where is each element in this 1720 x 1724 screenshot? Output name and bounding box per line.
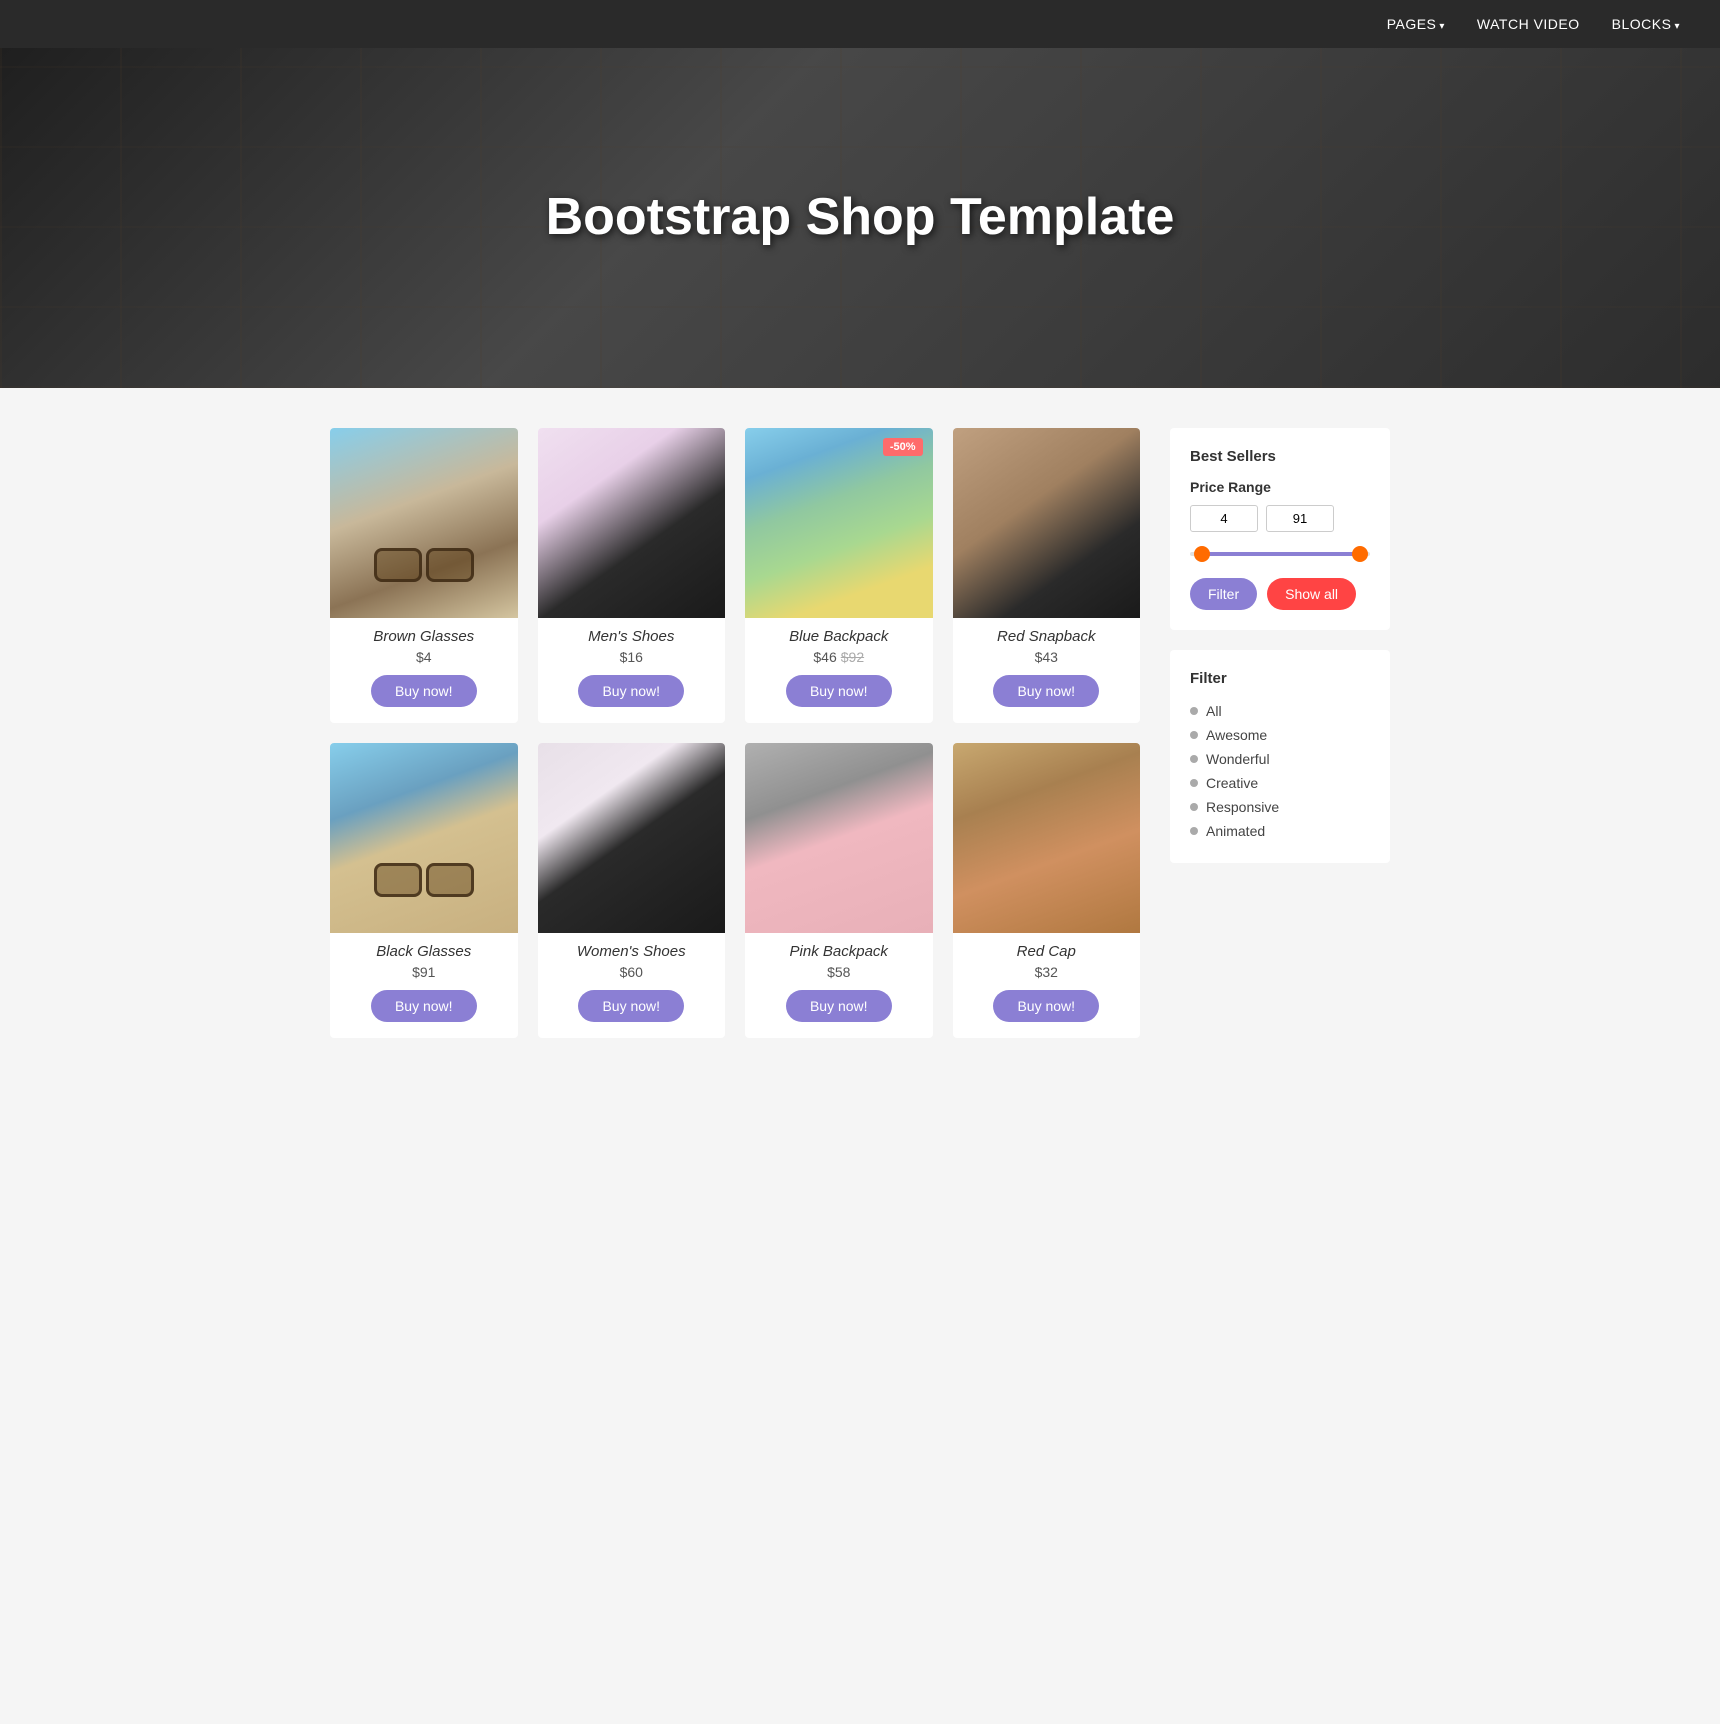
- product-price: $58: [745, 964, 933, 980]
- filter-item-wonderful[interactable]: Wonderful: [1190, 747, 1370, 771]
- product-card-brown-glasses: Brown Glasses $4 Buy now!: [330, 428, 518, 723]
- product-name: Black Glasses: [330, 943, 518, 960]
- filter-item-creative[interactable]: Creative: [1190, 771, 1370, 795]
- filter-title: Filter: [1190, 670, 1370, 687]
- price-min-input[interactable]: [1190, 505, 1258, 532]
- best-sellers-section: Best Sellers Price Range Filter Show all: [1170, 428, 1390, 630]
- best-sellers-title: Best Sellers: [1190, 448, 1370, 465]
- product-price: $16: [538, 649, 726, 665]
- filter-item-label: Animated: [1206, 823, 1265, 839]
- product-card-red-snapback: Red Snapback $43 Buy now!: [953, 428, 1141, 723]
- show-all-button[interactable]: Show all: [1267, 578, 1356, 610]
- navbar: PAGES▾ WATCH VIDEO BLOCKS▾: [0, 0, 1720, 48]
- main-container: Brown Glasses $4 Buy now! Men's Shoes $16 Buy…: [310, 428, 1410, 1038]
- range-thumb-left[interactable]: [1194, 546, 1210, 562]
- product-card-mens-shoes: Men's Shoes $16 Buy now!: [538, 428, 726, 723]
- product-image-blue-backpack: -50%: [745, 428, 933, 618]
- products-section: Brown Glasses $4 Buy now! Men's Shoes $16 Buy…: [330, 428, 1140, 1038]
- discount-badge: -50%: [883, 438, 923, 456]
- filter-items-container: All Awesome Wonderful Creative Responsive Ani…: [1190, 699, 1370, 843]
- filter-dot-icon: [1190, 707, 1198, 715]
- filter-button[interactable]: Filter: [1190, 578, 1257, 610]
- buy-button-black-glasses[interactable]: Buy now!: [371, 990, 477, 1022]
- filter-dot-icon: [1190, 827, 1198, 835]
- filter-item-awesome[interactable]: Awesome: [1190, 723, 1370, 747]
- hero-section: Bootstrap Shop Template: [0, 48, 1720, 388]
- product-image-red-snapback: [953, 428, 1141, 618]
- product-original-price: $92: [841, 649, 864, 665]
- product-card-red-cap: Red Cap $32 Buy now!: [953, 743, 1141, 1038]
- product-card-pink-backpack: Pink Backpack $58 Buy now!: [745, 743, 933, 1038]
- product-price: $4: [330, 649, 518, 665]
- filter-item-label: All: [1206, 703, 1222, 719]
- filter-dot-icon: [1190, 803, 1198, 811]
- product-name: Blue Backpack: [745, 628, 933, 645]
- product-card-womens-shoes: Women's Shoes $60 Buy now!: [538, 743, 726, 1038]
- filter-item-label: Wonderful: [1206, 751, 1270, 767]
- sidebar-buttons: Filter Show all: [1190, 578, 1370, 610]
- product-card-black-glasses: Black Glasses $91 Buy now!: [330, 743, 518, 1038]
- product-name: Red Cap: [953, 943, 1141, 960]
- product-image-mens-shoes: [538, 428, 726, 618]
- range-slider[interactable]: [1190, 544, 1370, 564]
- filter-dot-icon: [1190, 779, 1198, 787]
- buy-button-brown-glasses[interactable]: Buy now!: [371, 675, 477, 707]
- product-image-pink-backpack: [745, 743, 933, 933]
- product-name: Men's Shoes: [538, 628, 726, 645]
- filter-item-animated[interactable]: Animated: [1190, 819, 1370, 843]
- product-image-brown-glasses: [330, 428, 518, 618]
- nav-pages[interactable]: PAGES▾: [1387, 16, 1445, 32]
- products-grid: Brown Glasses $4 Buy now! Men's Shoes $16 Buy…: [330, 428, 1140, 1038]
- buy-button-pink-backpack[interactable]: Buy now!: [786, 990, 892, 1022]
- product-price: $91: [330, 964, 518, 980]
- product-price: $43: [953, 649, 1141, 665]
- product-card-blue-backpack: -50% Blue Backpack $46$92 Buy now!: [745, 428, 933, 723]
- product-name: Women's Shoes: [538, 943, 726, 960]
- filter-section: Filter All Awesome Wonderful Creative Respon…: [1170, 650, 1390, 863]
- filter-item-all[interactable]: All: [1190, 699, 1370, 723]
- buy-button-red-snapback[interactable]: Buy now!: [993, 675, 1099, 707]
- filter-item-label: Creative: [1206, 775, 1258, 791]
- price-range-label: Price Range: [1190, 479, 1370, 495]
- buy-button-womens-shoes[interactable]: Buy now!: [578, 990, 684, 1022]
- buy-button-blue-backpack[interactable]: Buy now!: [786, 675, 892, 707]
- product-image-womens-shoes: [538, 743, 726, 933]
- product-price: $46$92: [745, 649, 933, 665]
- range-thumb-right[interactable]: [1352, 546, 1368, 562]
- buy-button-red-cap[interactable]: Buy now!: [993, 990, 1099, 1022]
- product-name: Pink Backpack: [745, 943, 933, 960]
- product-name: Red Snapback: [953, 628, 1141, 645]
- glasses-detail-icon: [374, 863, 474, 893]
- product-image-red-cap: [953, 743, 1141, 933]
- range-fill: [1195, 552, 1364, 556]
- filter-item-responsive[interactable]: Responsive: [1190, 795, 1370, 819]
- product-image-black-glasses: [330, 743, 518, 933]
- nav-blocks[interactable]: BLOCKS▾: [1612, 16, 1680, 32]
- buy-button-mens-shoes[interactable]: Buy now!: [578, 675, 684, 707]
- filter-item-label: Responsive: [1206, 799, 1279, 815]
- filter-dot-icon: [1190, 755, 1198, 763]
- nav-watch-video[interactable]: WATCH VIDEO: [1477, 16, 1580, 32]
- sidebar: Best Sellers Price Range Filter Show all…: [1170, 428, 1390, 1038]
- filter-dot-icon: [1190, 731, 1198, 739]
- price-max-input[interactable]: [1266, 505, 1334, 532]
- product-name: Brown Glasses: [330, 628, 518, 645]
- filter-item-label: Awesome: [1206, 727, 1267, 743]
- product-price: $60: [538, 964, 726, 980]
- glasses-detail-icon: [374, 548, 474, 578]
- product-price: $32: [953, 964, 1141, 980]
- price-inputs: [1190, 505, 1370, 532]
- hero-title: Bootstrap Shop Template: [526, 188, 1195, 248]
